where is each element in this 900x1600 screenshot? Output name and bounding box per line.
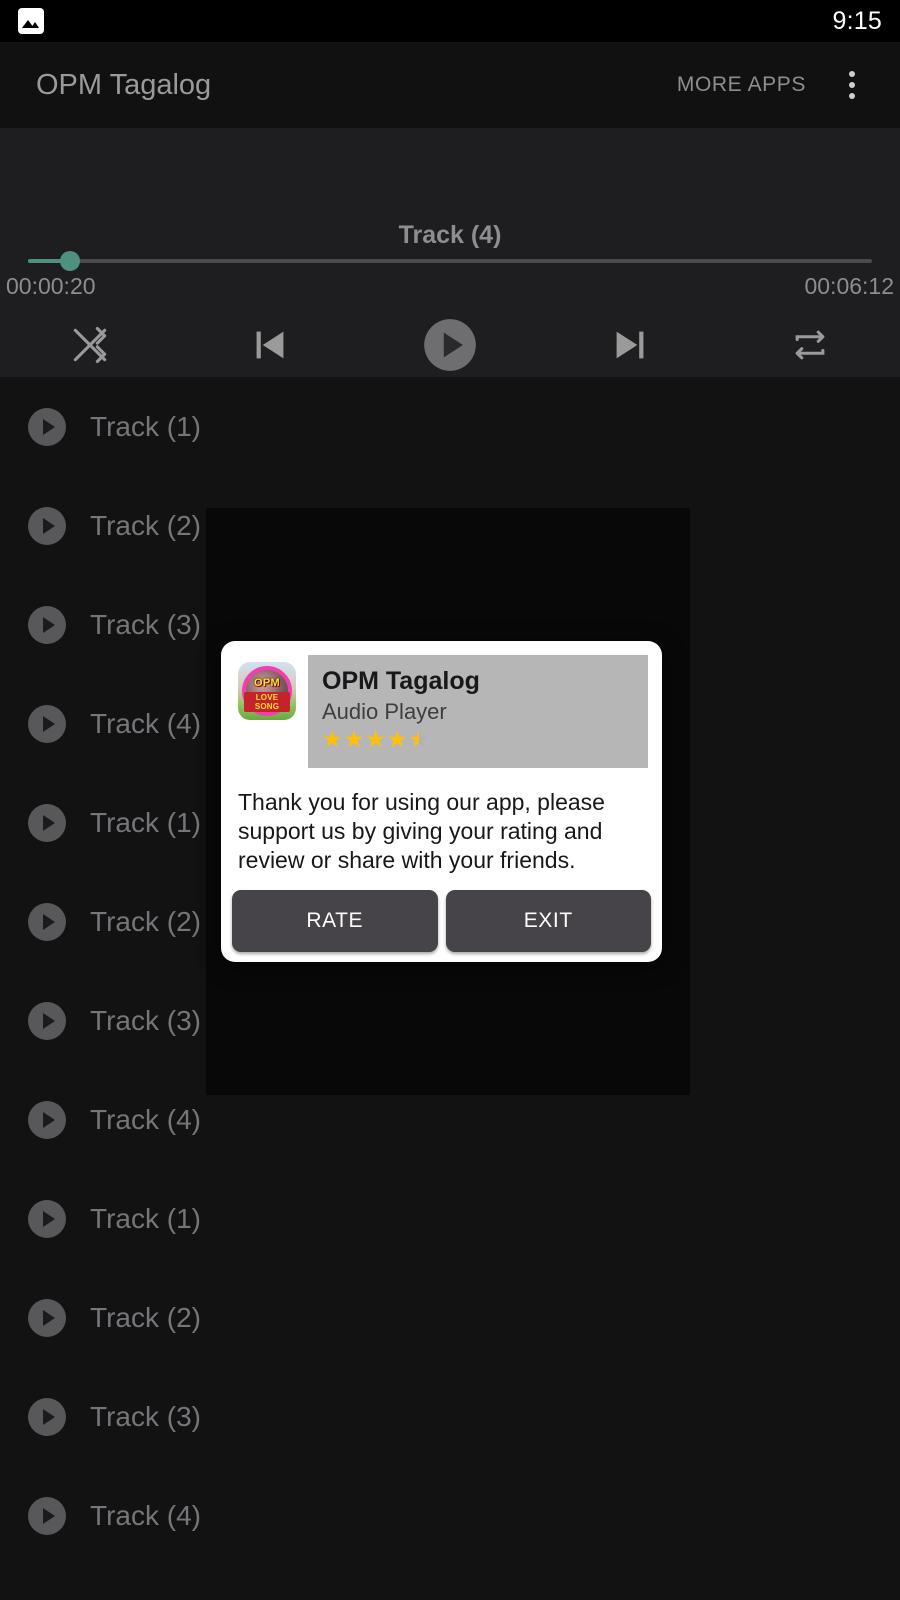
track-play-icon[interactable] [28, 605, 66, 644]
play-triangle [43, 1309, 55, 1326]
play-triangle [43, 418, 55, 435]
track-label: Track (1) [90, 806, 201, 838]
player-panel: Track (4) 00:00:20 00:06:12 [0, 128, 900, 377]
play-triangle [43, 1408, 55, 1425]
track-label: Track (2) [90, 509, 201, 541]
overflow-menu-icon[interactable] [830, 61, 874, 109]
rating-stars[interactable]: ★★★★★★ [322, 728, 648, 751]
skip-next-icon [616, 331, 644, 359]
play-triangle [43, 814, 55, 831]
more-apps-button[interactable]: MORE APPS [667, 65, 816, 105]
transport-controls [0, 314, 900, 376]
dialog-header: OPM LOVE SONG OPM Tagalog Audio Player ★… [235, 655, 648, 768]
dialog-app-name: OPM Tagalog [322, 667, 480, 695]
repeat-button[interactable] [720, 314, 900, 376]
play-triangle [43, 1507, 55, 1524]
star-full-icon[interactable]: ★ [322, 728, 343, 751]
status-bar: 9:15 [0, 0, 900, 42]
current-time-label: 00:00:20 [6, 273, 96, 299]
overflow-dot [849, 71, 855, 77]
status-bar-icons [18, 8, 44, 34]
track-play-icon[interactable] [28, 1496, 66, 1535]
page-title: OPM Tagalog [36, 68, 212, 101]
track-play-icon[interactable] [28, 704, 66, 743]
play-triangle [43, 616, 55, 633]
app-icon-subtitle: LOVE SONG [244, 692, 290, 712]
track-row[interactable]: Track (3) [0, 1367, 900, 1466]
track-label: Track (2) [90, 1301, 201, 1333]
star-half-icon[interactable]: ★★ [409, 728, 430, 751]
dialog-app-meta: OPM Tagalog Audio Player ★★★★★★ [308, 655, 648, 768]
shuffle-icon [73, 326, 107, 364]
app-icon: OPM LOVE SONG [238, 662, 296, 720]
track-label: Track (4) [90, 1499, 201, 1531]
status-bar-clock: 9:15 [832, 6, 882, 35]
track-label: Track (4) [90, 707, 201, 739]
star-full-icon[interactable]: ★ [365, 728, 386, 751]
seek-slider[interactable] [28, 251, 872, 271]
track-label: Track (3) [90, 1004, 201, 1036]
shuffle-button[interactable] [0, 314, 180, 376]
track-play-icon[interactable] [28, 1298, 66, 1337]
track-play-icon[interactable] [28, 1397, 66, 1436]
track-play-icon[interactable] [28, 1199, 66, 1238]
track-play-icon[interactable] [28, 1100, 66, 1139]
star-half-fill: ★ [409, 728, 419, 751]
track-play-icon[interactable] [28, 506, 66, 545]
track-play-icon[interactable] [28, 1001, 66, 1040]
dialog-app-subtitle: Audio Player [322, 699, 447, 724]
star-full-icon[interactable]: ★ [387, 728, 408, 751]
overflow-dot [849, 93, 855, 99]
play-triangle [43, 1012, 55, 1029]
app-screen: 9:15 OPM Tagalog MORE APPS Track (4) 00:… [0, 0, 900, 1600]
track-label: Track (3) [90, 608, 201, 640]
app-bar: OPM Tagalog MORE APPS [0, 42, 900, 128]
track-play-icon[interactable] [28, 407, 66, 446]
track-label: Track (1) [90, 1202, 201, 1234]
repeat-icon [795, 330, 825, 360]
seek-slider-thumb[interactable] [60, 251, 81, 271]
skip-previous-icon [256, 331, 284, 359]
track-play-icon[interactable] [28, 803, 66, 842]
track-row[interactable]: Track (2) [0, 1268, 900, 1367]
track-label: Track (4) [90, 1103, 201, 1135]
rate-dialog: OPM LOVE SONG OPM Tagalog Audio Player ★… [221, 641, 662, 962]
track-label: Track (2) [90, 905, 201, 937]
now-playing-title: Track (4) [398, 221, 502, 249]
rate-button[interactable]: RATE [232, 890, 438, 952]
play-triangle [43, 1111, 55, 1128]
dialog-actions: RATE EXIT [232, 890, 651, 952]
track-play-icon[interactable] [28, 902, 66, 941]
play-triangle [43, 1210, 55, 1227]
previous-button[interactable] [180, 314, 360, 376]
total-time-label: 00:06:12 [804, 273, 894, 299]
play-triangle [43, 913, 55, 930]
play-icon [424, 319, 476, 371]
exit-button[interactable]: EXIT [445, 890, 651, 952]
track-label: Track (1) [90, 410, 201, 442]
dialog-message: Thank you for using our app, please supp… [238, 789, 605, 874]
play-button[interactable] [360, 314, 540, 376]
play-triangle [43, 715, 55, 732]
app-icon-title: OPM [254, 677, 280, 689]
star-full-icon[interactable]: ★ [344, 728, 365, 751]
track-row[interactable]: Track (1) [0, 1169, 900, 1268]
play-triangle [43, 517, 55, 534]
track-label: Track (3) [90, 1400, 201, 1432]
overflow-dot [849, 82, 855, 88]
track-row[interactable]: Track (4) [0, 1466, 900, 1565]
next-button[interactable] [540, 314, 720, 376]
photo-icon [18, 8, 44, 34]
track-row[interactable]: Track (1) [0, 377, 900, 476]
